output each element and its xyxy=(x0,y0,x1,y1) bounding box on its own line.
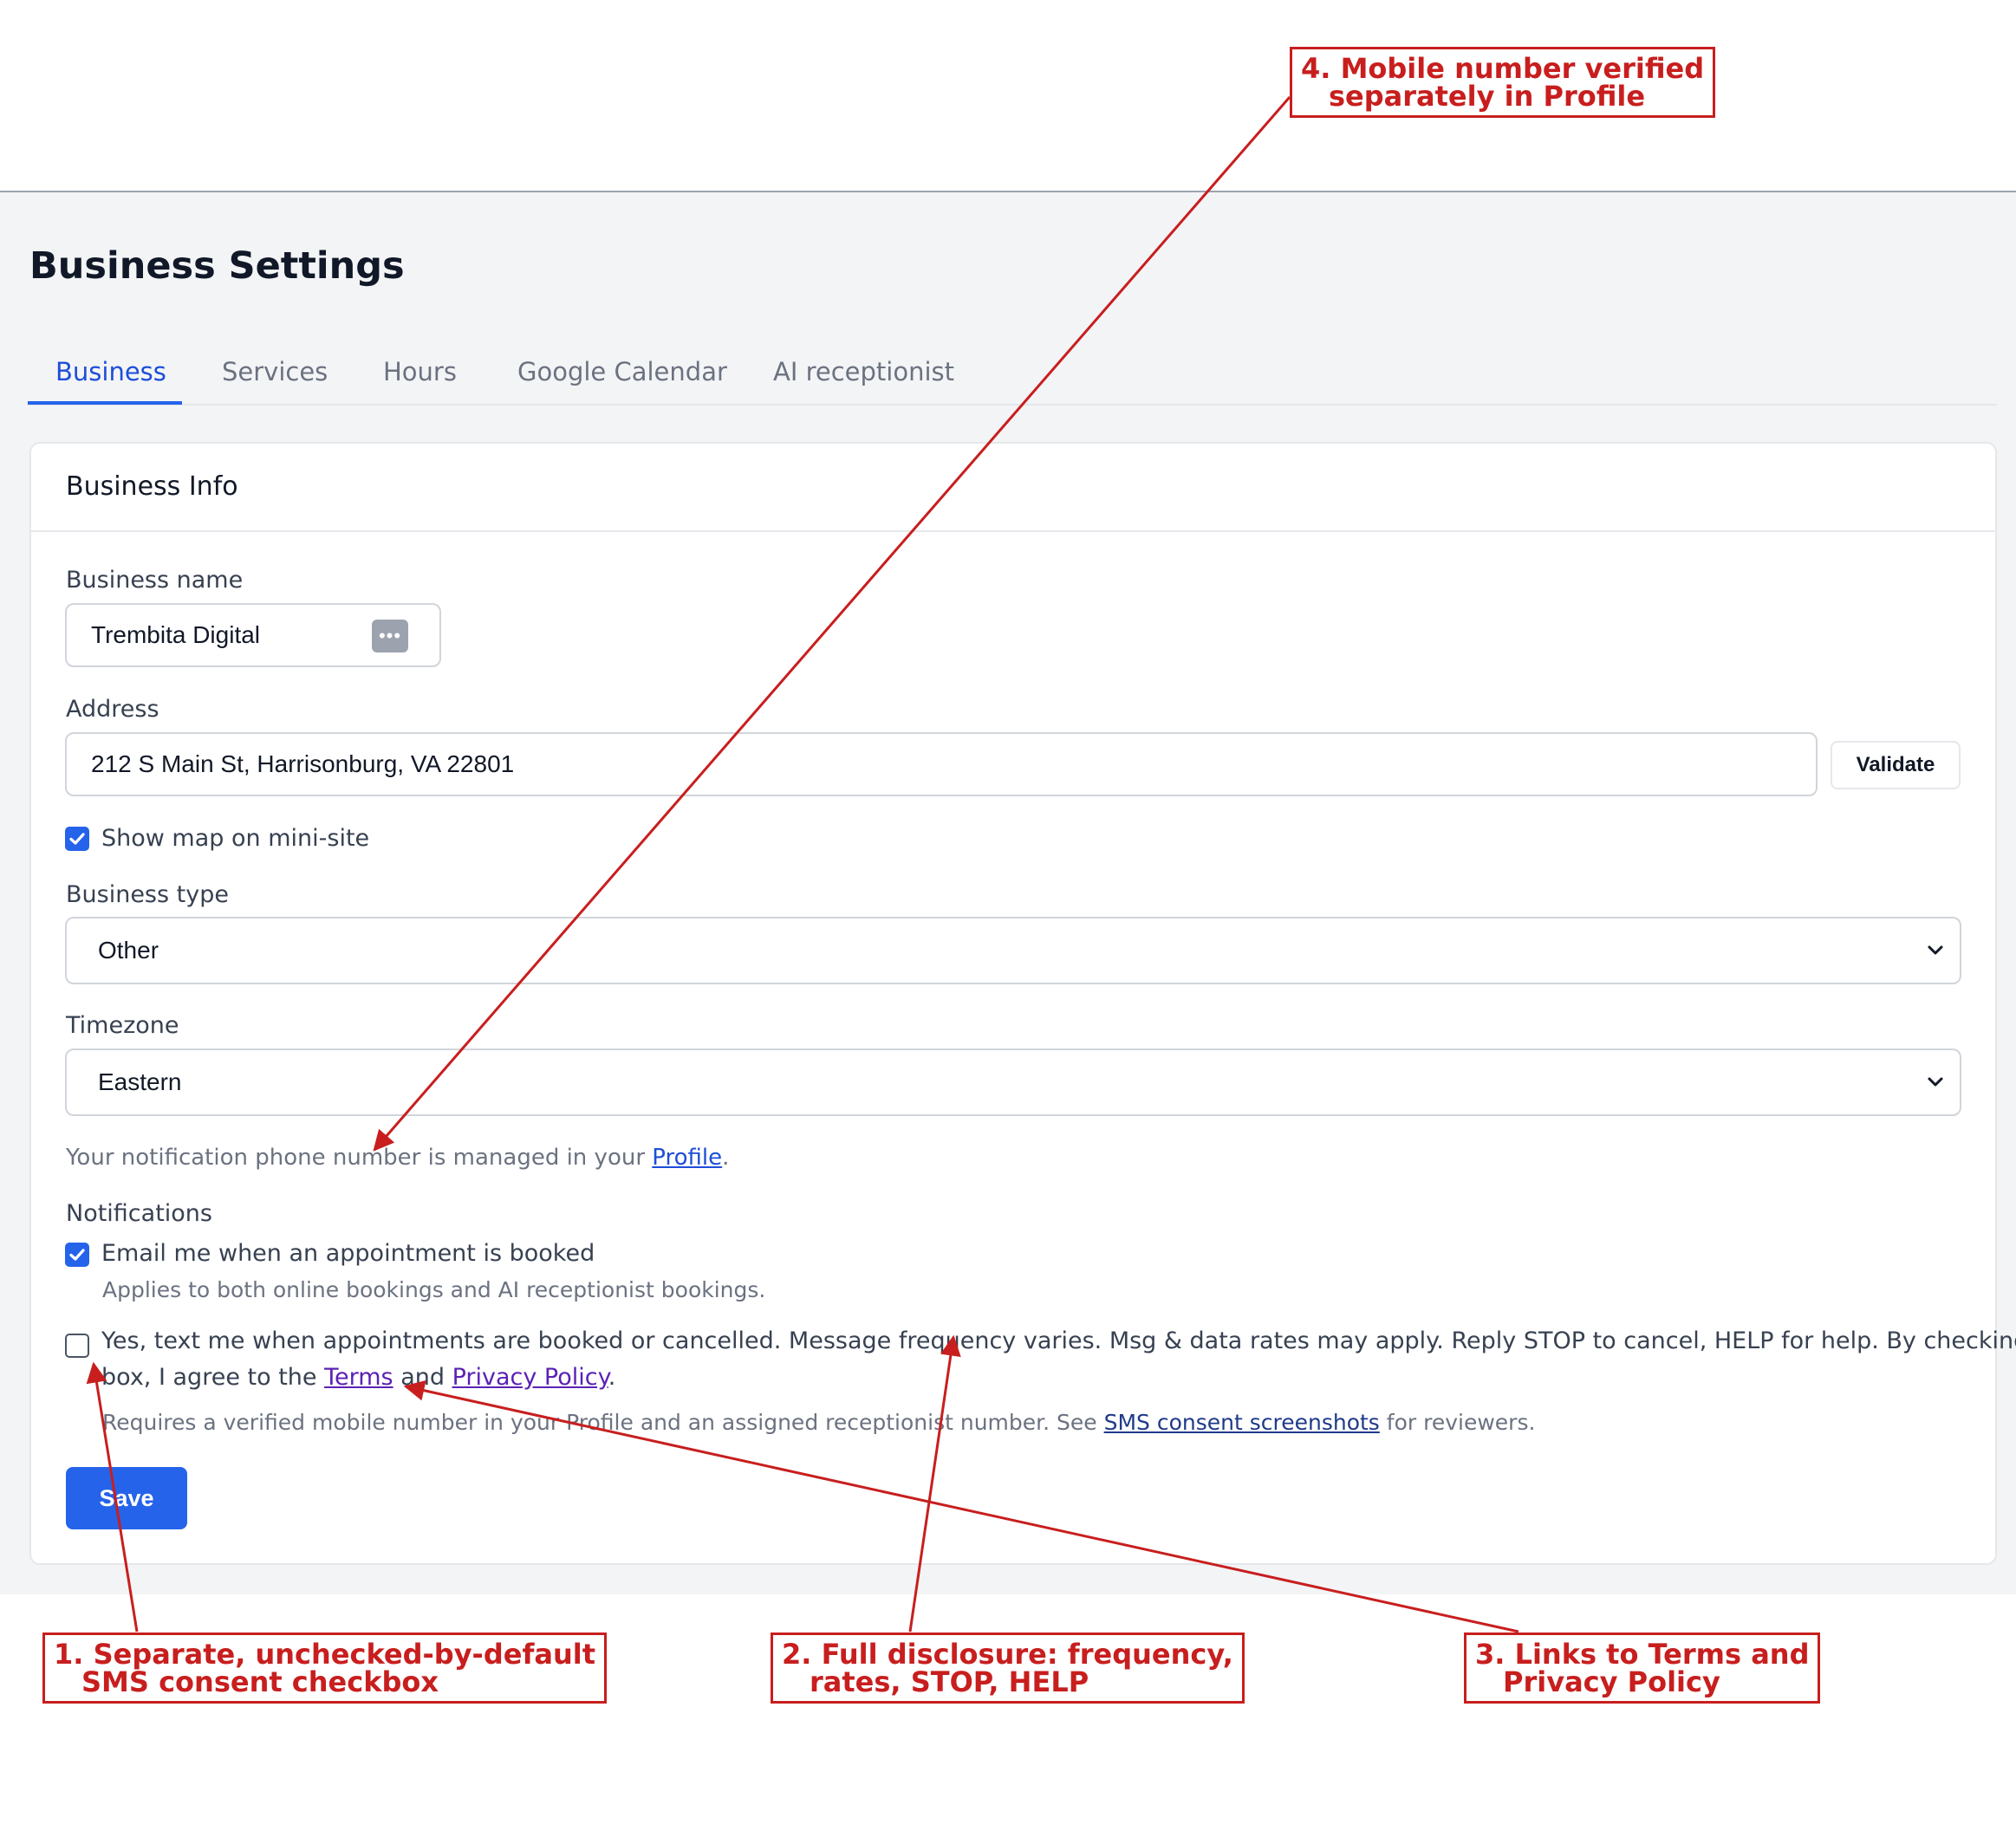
email-notification-checkbox[interactable] xyxy=(65,1243,89,1267)
note-2-line-2: rates, STOP, HELP xyxy=(810,1665,1089,1698)
active-tab-indicator xyxy=(28,401,182,405)
phone-note-text: Your notification phone number is manage… xyxy=(66,1145,653,1171)
business-name-label: Business name xyxy=(66,567,244,594)
page-title: Business Settings xyxy=(29,244,405,288)
note-2-line-1: 2. Full disclosure: frequency, xyxy=(782,1638,1233,1671)
note-4-line-1: 4. Mobile number verified xyxy=(1301,52,1705,85)
sms-hint-text: Requires a verified mobile number in you… xyxy=(102,1410,1104,1435)
annotation-note-4: 4. Mobile number verified separately in … xyxy=(1290,47,1716,118)
sms-consent-line2: box, I agree to the Terms and Privacy Po… xyxy=(101,1364,615,1391)
note-4-line-2: separately in Profile xyxy=(1329,80,1646,113)
save-button[interactable]: Save xyxy=(66,1467,187,1529)
timezone-value: Eastern xyxy=(98,1068,182,1095)
email-notification-hint: Applies to both online bookings and AI r… xyxy=(102,1277,766,1302)
chevron-down-icon xyxy=(1928,1077,1943,1087)
terms-link[interactable]: Terms xyxy=(324,1364,393,1391)
sms-hint-suffix: for reviewers. xyxy=(1379,1410,1536,1435)
tab-ai-receptionist[interactable]: AI receptionist xyxy=(773,357,954,386)
annotation-note-3: 3. Links to Terms and Privacy Policy xyxy=(1464,1633,1821,1704)
chevron-down-icon xyxy=(1928,945,1943,955)
timezone-label: Timezone xyxy=(66,1012,179,1039)
note-3-line-1: 3. Links to Terms and xyxy=(1475,1638,1810,1671)
tab-business[interactable]: Business xyxy=(55,357,166,386)
profile-link[interactable]: Profile xyxy=(652,1145,722,1171)
card-header: Business Info xyxy=(31,444,1995,532)
note-1-line-2: SMS consent checkbox xyxy=(81,1665,439,1698)
sms-consent-and: and xyxy=(393,1364,452,1391)
timezone-select[interactable]: Eastern xyxy=(65,1048,1961,1116)
settings-tabs: Business Services Hours Google Calendar … xyxy=(28,348,1997,406)
address-input[interactable]: 212 S Main St, Harrisonburg, VA 22801 xyxy=(65,732,1818,796)
annotation-note-2: 2. Full disclosure: frequency, rates, ST… xyxy=(771,1633,1245,1704)
notifications-heading: Notifications xyxy=(66,1200,212,1227)
address-value: 212 S Main St, Harrisonburg, VA 22801 xyxy=(91,750,515,777)
annotation-note-1: 1. Separate, unchecked-by-default SMS co… xyxy=(42,1633,607,1704)
address-label: Address xyxy=(66,696,159,723)
validate-button[interactable]: Validate xyxy=(1831,741,1961,789)
tab-services[interactable]: Services xyxy=(222,357,328,386)
phone-note-suffix: . xyxy=(722,1145,730,1171)
business-name-value: Trembita Digital xyxy=(91,621,261,648)
sms-consent-screenshots-link[interactable]: SMS consent screenshots xyxy=(1104,1410,1380,1435)
show-map-label: Show map on mini-site xyxy=(101,825,370,852)
card-title: Business Info xyxy=(66,471,238,502)
note-3-line-2: Privacy Policy xyxy=(1503,1665,1720,1698)
show-map-checkbox[interactable] xyxy=(65,827,89,851)
business-name-input[interactable]: Trembita Digital ••• xyxy=(65,603,441,667)
business-type-value: Other xyxy=(98,937,159,964)
sms-consent-checkbox[interactable] xyxy=(65,1334,89,1358)
email-notification-label: Email me when an appointment is booked xyxy=(101,1240,595,1267)
sms-consent-line1: Yes, text me when appointments are booke… xyxy=(101,1327,2016,1354)
business-type-select[interactable]: Other xyxy=(65,917,1961,984)
sms-consent-hint: Requires a verified mobile number in you… xyxy=(102,1410,1535,1435)
tab-google-calendar[interactable]: Google Calendar xyxy=(517,357,727,386)
note-1-line-1: 1. Separate, unchecked-by-default xyxy=(54,1638,595,1671)
sms-consent-suffix: . xyxy=(608,1364,616,1391)
privacy-policy-link[interactable]: Privacy Policy xyxy=(452,1364,608,1391)
check-icon xyxy=(69,1249,85,1261)
sms-consent-text: box, I agree to the xyxy=(101,1364,325,1391)
phone-number-note: Your notification phone number is manage… xyxy=(66,1145,729,1171)
more-dots-icon[interactable]: ••• xyxy=(372,620,408,652)
check-icon xyxy=(69,833,85,845)
tab-hours[interactable]: Hours xyxy=(383,357,457,386)
business-type-label: Business type xyxy=(66,881,229,908)
